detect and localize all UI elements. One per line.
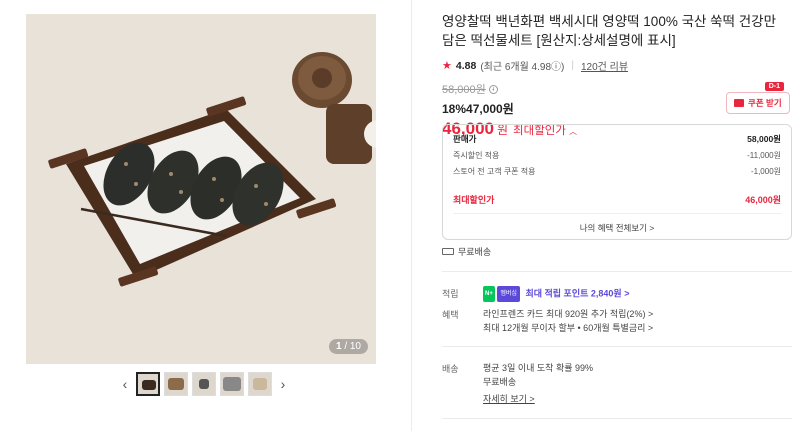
rating-value: 4.88 <box>455 59 477 72</box>
points-row[interactable]: N+ 멤버십 최대 적립 포인트 2,840원 > <box>483 286 629 302</box>
price-row-max: 최대할인가 46,000원 <box>443 191 791 207</box>
price-row-value: 58,000원 <box>747 134 781 144</box>
coupon-label: 쿠폰 받기 <box>748 98 782 108</box>
price-row-value: -11,000원 <box>747 150 781 160</box>
all-benefits-link[interactable]: 나의 혜택 전체보기 > <box>443 222 791 234</box>
price-row-label: 즉시할인 적용 <box>453 150 500 160</box>
price-row-label: 판매가 <box>453 134 477 144</box>
info-icon[interactable]: i <box>488 84 498 94</box>
delivery-label: 배송 <box>442 364 459 374</box>
chevron-left-icon[interactable]: ‹ <box>118 372 132 396</box>
product-photo <box>26 14 376 364</box>
delivery-details-link[interactable]: 자세히 보기 > <box>483 392 593 406</box>
coupon-button[interactable]: 쿠폰 받기 <box>726 92 790 114</box>
benefit-installment-link[interactable]: 최대 12개월 무이자 할부 • 60개월 특별금리 > <box>483 321 653 335</box>
thumbnail-2[interactable] <box>164 372 188 396</box>
thumbnail-5[interactable] <box>248 372 272 396</box>
points-link: 최대 적립 포인트 2,840원 > <box>525 288 630 299</box>
divider <box>442 418 792 419</box>
delivery-arrival: 평균 3일 이내 도착 확률 99% <box>483 363 594 373</box>
divider <box>442 271 792 272</box>
price-row-coupon: 스토어 전 고객 쿠폰 적용 -1,000원 <box>443 163 791 179</box>
max-discount-label: 최대할인가 <box>453 194 495 205</box>
thumbnail-3[interactable] <box>192 372 216 396</box>
divider <box>442 346 792 347</box>
thumbnail-1[interactable] <box>136 372 160 396</box>
free-shipping-row: 무료배송 <box>442 245 491 258</box>
rating-row: ★ 4.88 (최근 6개월 4.98ⓘ) | 120건 리뷰 <box>442 58 792 74</box>
product-title: 영양찰떡 백년화편 백세시대 영양떡 100% 국산 쑥떡 건강만 담은 떡선물… <box>442 14 777 48</box>
rating-recent[interactable]: (최근 6개월 4.98ⓘ) <box>480 58 564 73</box>
main-product-image[interactable]: 1 / 10 <box>26 14 376 364</box>
price-row-label: 스토어 전 고객 쿠폰 적용 <box>453 166 536 176</box>
price-row-value: -1,000원 <box>750 166 781 176</box>
price-row-sale: 판매가 58,000원 <box>443 131 791 147</box>
chevron-right-icon[interactable]: › <box>276 372 290 396</box>
star-icon: ★ <box>442 60 452 72</box>
benefits-list: 라인프렌즈 카드 최대 920원 추가 적립(2%) > 최대 12개월 무이자… <box>483 307 653 335</box>
max-discount-value: 46,000원 <box>745 194 781 205</box>
thumbnail-strip: ‹ › <box>118 372 290 396</box>
image-counter: 1 / 10 <box>328 339 368 354</box>
review-link[interactable]: 120건 리뷰 <box>581 58 628 73</box>
separator: | <box>571 60 574 71</box>
column-divider <box>411 0 412 431</box>
delivery-free: 무료배송 <box>483 377 517 387</box>
coupon-dday-badge: D-1 <box>764 82 784 91</box>
delivery-info: 평균 3일 이내 도착 확률 99% 무료배송 자세히 보기 > <box>483 361 593 406</box>
coupon-icon <box>734 99 744 107</box>
price-row-instant: 즉시할인 적용 -11,000원 <box>443 147 791 163</box>
free-shipping-label: 무료배송 <box>458 247 492 257</box>
product-info: 영양찰떡 백년화편 백세시대 영양떡 100% 국산 쑥떡 건강만 담은 떡선물… <box>442 12 792 139</box>
npay-icon: N+ <box>483 286 495 302</box>
benefits-label: 혜택 <box>442 310 459 320</box>
membership-badge: 멤버십 <box>497 286 520 302</box>
benefit-card-link[interactable]: 라인프렌즈 카드 최대 920원 추가 적립(2%) > <box>483 307 653 321</box>
original-price: 58,000원 <box>442 84 486 96</box>
divider <box>453 213 781 214</box>
points-label: 적립 <box>442 289 459 299</box>
price-breakdown-box: 판매가 58,000원 즉시할인 적용 -11,000원 스토어 전 고객 쿠폰… <box>442 124 792 240</box>
truck-icon <box>442 248 454 255</box>
coupon-area: D-1 쿠폰 받기 <box>726 82 790 114</box>
thumbnail-4[interactable] <box>220 372 244 396</box>
